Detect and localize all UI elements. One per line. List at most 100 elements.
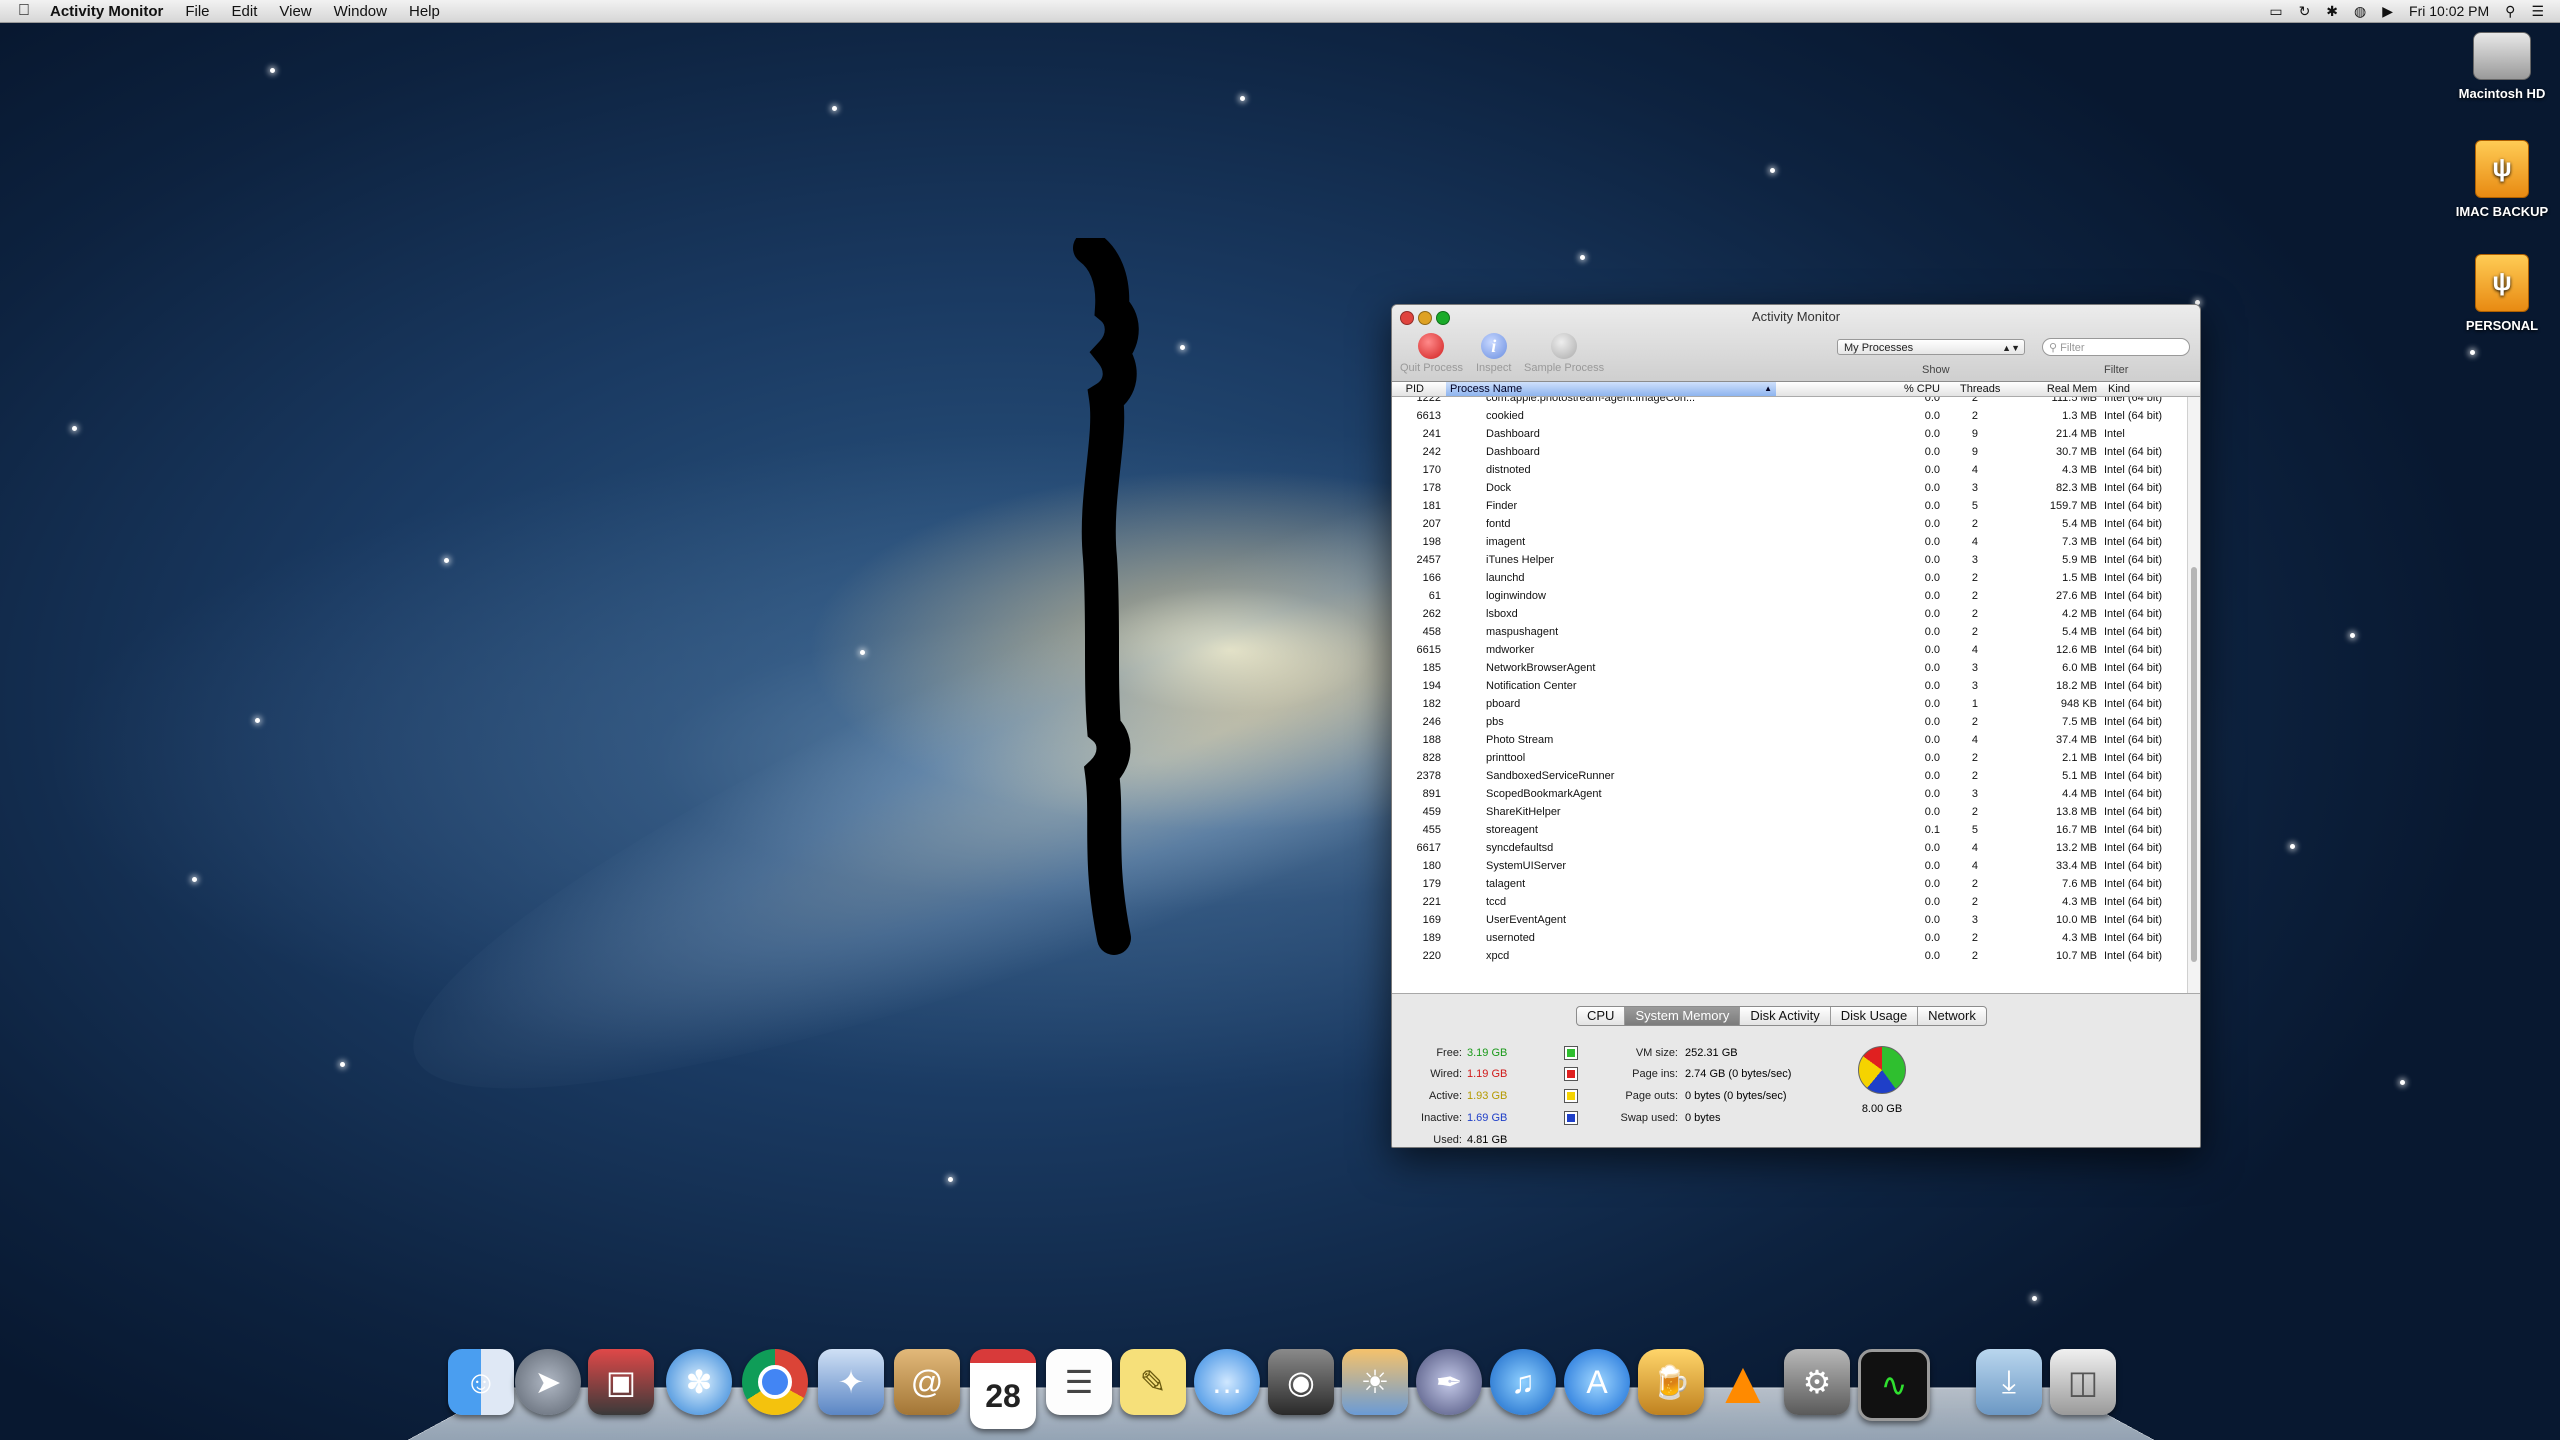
notification-center-icon[interactable]: ☰ [2531,3,2544,20]
table-row[interactable]: 181 Finder 0.0 5 159.7 MB Intel (64 bit) [1392,497,2187,515]
free-color-swatch[interactable] [1564,1046,1578,1060]
apple-icon[interactable]:  [18,2,30,20]
drive-personal[interactable]: ψ PERSONAL [2432,254,2560,333]
scrollbar[interactable] [2187,397,2200,993]
messages-icon[interactable]: … [1194,1349,1260,1415]
table-row[interactable]: 6613 cookied 0.0 2 1.3 MB Intel (64 bit) [1392,407,2187,425]
show-select[interactable]: My Processes ▲▼ [1837,339,2025,355]
chrome-icon[interactable] [742,1349,808,1415]
table-row[interactable]: 169 UserEventAgent 0.0 3 10.0 MB Intel (64 bi… [1392,911,2187,929]
table-row[interactable]: 455 storeagent 0.1 5 16.7 MB Intel (64 bit) [1392,821,2187,839]
process-real-mem: 7.3 MB [2062,536,2097,548]
safari-icon[interactable]: ✽ [666,1349,732,1415]
inactive-color-swatch[interactable] [1564,1111,1578,1125]
launchpad-icon[interactable]: ➤ [515,1349,581,1415]
system-preferences-icon[interactable]: ⚙ [1784,1349,1850,1415]
volume-icon[interactable]: ▶ [2382,3,2393,20]
menu-app-name[interactable]: Activity Monitor [50,3,163,20]
table-row[interactable]: 221 tccd 0.0 2 4.3 MB Intel (64 bit) [1392,893,2187,911]
table-row[interactable]: 185 NetworkBrowserAgent 0.0 3 6.0 MB Intel (6… [1392,659,2187,677]
tab-system-memory[interactable]: System Memory [1624,1007,1740,1025]
table-row[interactable]: 180 SystemUIServer 0.0 4 33.4 MB Intel (64 bi… [1392,857,2187,875]
drive-imac-backup[interactable]: ψ IMAC BACKUP [2432,140,2560,219]
table-row[interactable]: 828 printtool 0.0 2 2.1 MB Intel (64 bit) [1392,749,2187,767]
table-row[interactable]: 182 pboard 0.0 1 948 KB Intel (64 bit) [1392,695,2187,713]
table-row[interactable]: 166 launchd 0.0 2 1.5 MB Intel (64 bit) [1392,569,2187,587]
table-row[interactable]: 198 imagent 0.0 4 7.3 MB Intel (64 bit) [1392,533,2187,551]
scroll-thumb[interactable] [2191,567,2197,962]
active-color-swatch[interactable] [1564,1089,1578,1103]
table-row[interactable]: 170 distnoted 0.0 4 4.3 MB Intel (64 bit) [1392,461,2187,479]
vlc-icon[interactable]: ▲ [1710,1349,1776,1416]
inspect-button[interactable]: i Inspect [1476,333,1511,374]
process-kind: Intel (64 bit) [2104,950,2163,962]
table-row[interactable]: 6615 mdworker 0.0 4 12.6 MB Intel (64 bit) [1392,641,2187,659]
quit-process-button[interactable]: Quit Process [1400,333,1463,374]
table-row[interactable]: 246 pbs 0.0 2 7.5 MB Intel (64 bit) [1392,713,2187,731]
photo-booth-icon[interactable]: ▣ [588,1349,654,1415]
finder-icon[interactable]: ☺ [448,1349,514,1415]
tab-disk-activity[interactable]: Disk Activity [1739,1007,1829,1025]
table-row[interactable]: 6617 syncdefaultsd 0.0 4 13.2 MB Intel (64 bi… [1392,839,2187,857]
column-real-mem[interactable]: Real Mem [2027,382,2097,396]
process-threads: 2 [1971,410,1978,422]
pina-colada-icon[interactable]: 🍺 [1638,1349,1704,1415]
preview-icon[interactable]: ✦ [818,1349,884,1415]
process-pid: 6615 [1416,644,1441,656]
menu-file[interactable]: File [185,3,209,20]
iphoto-icon[interactable]: ☀ [1342,1349,1408,1415]
column-cpu[interactable]: % CPU [1900,382,1940,396]
facetime-icon[interactable]: ◉ [1268,1349,1334,1415]
table-row[interactable]: 458 maspushagent 0.0 2 5.4 MB Intel (64 bit) [1392,623,2187,641]
table-row[interactable]: 188 Photo Stream 0.0 4 37.4 MB Intel (64 bit) [1392,731,2187,749]
table-row[interactable]: 179 talagent 0.0 2 7.6 MB Intel (64 bit) [1392,875,2187,893]
column-kind[interactable]: Kind [2108,382,2168,396]
table-row[interactable]: 241 Dashboard 0.0 9 21.4 MB Intel [1392,425,2187,443]
table-row[interactable]: 2457 iTunes Helper 0.0 3 5.9 MB Intel (64 bit… [1392,551,2187,569]
column-threads[interactable]: Threads [1960,382,2006,396]
star [1180,345,1185,350]
table-row[interactable]: 189 usernoted 0.0 2 4.3 MB Intel (64 bit) [1392,929,2187,947]
table-row[interactable]: 207 fontd 0.0 2 5.4 MB Intel (64 bit) [1392,515,2187,533]
notes-icon[interactable]: ✎ [1120,1349,1186,1415]
filter-input[interactable]: ⚲ Filter [2042,338,2190,356]
script-editor-icon[interactable]: ✒ [1416,1349,1482,1415]
trash-icon[interactable]: ◫ [2050,1349,2116,1415]
menu-edit[interactable]: Edit [232,3,258,20]
table-row[interactable]: 242 Dashboard 0.0 9 30.7 MB Intel (64 bit) [1392,443,2187,461]
reminders-icon[interactable]: ☰ [1046,1349,1112,1415]
table-row[interactable]: 891 ScopedBookmarkAgent 0.0 3 4.4 MB Intel (6… [1392,785,2187,803]
itunes-icon[interactable]: ♫ [1490,1349,1556,1415]
wired-color-swatch[interactable] [1564,1067,1578,1081]
table-row[interactable]: 61 loginwindow 0.0 2 27.6 MB Intel (64 bit) [1392,587,2187,605]
sample-process-button[interactable]: Sample Process [1524,333,1604,374]
table-row[interactable]: 220 xpcd 0.0 2 10.7 MB Intel (64 bit) [1392,947,2187,965]
tab-cpu[interactable]: CPU [1577,1007,1624,1025]
spotlight-icon[interactable]: ⚲ [2505,3,2515,20]
table-row[interactable]: 1222 com.apple.photostream-agent.ImageCon… [1392,397,2187,407]
column-process-name[interactable]: Process Name ▲ [1446,382,1776,396]
menubar-clock[interactable]: Fri 10:02 PM [2409,3,2489,19]
table-row[interactable]: 2378 SandboxedServiceRunner 0.0 2 5.1 MB Inte… [1392,767,2187,785]
menu-view[interactable]: View [279,3,311,20]
table-row[interactable]: 194 Notification Center 0.0 3 18.2 MB Intel (… [1392,677,2187,695]
process-threads: 2 [1971,590,1978,602]
column-pid[interactable]: PID [1394,382,1424,396]
airplay-icon[interactable]: ▭ [2269,3,2282,20]
activity-monitor-icon[interactable]: ∿ [1858,1349,1930,1421]
tab-network[interactable]: Network [1917,1007,1986,1025]
app-store-icon[interactable]: A [1564,1349,1630,1415]
menu-help[interactable]: Help [409,3,440,20]
drive-macintosh-hd[interactable]: Macintosh HD [2432,32,2560,101]
downloads-folder-icon[interactable]: ⤓ [1976,1349,2042,1415]
time-machine-icon[interactable]: ↻ [2299,3,2311,20]
wifi-icon[interactable]: ◍ [2354,3,2366,20]
bluetooth-icon[interactable]: ✱ [2326,3,2338,20]
menu-window[interactable]: Window [334,3,387,20]
table-row[interactable]: 459 ShareKitHelper 0.0 2 13.8 MB Intel (64 bi… [1392,803,2187,821]
tab-disk-usage[interactable]: Disk Usage [1829,1007,1917,1025]
table-row[interactable]: 262 lsboxd 0.0 2 4.2 MB Intel (64 bit) [1392,605,2187,623]
calendar-icon[interactable]: 28 [970,1349,1036,1429]
table-row[interactable]: 178 Dock 0.0 3 82.3 MB Intel (64 bit) [1392,479,2187,497]
contacts-icon[interactable]: @ [894,1349,960,1415]
